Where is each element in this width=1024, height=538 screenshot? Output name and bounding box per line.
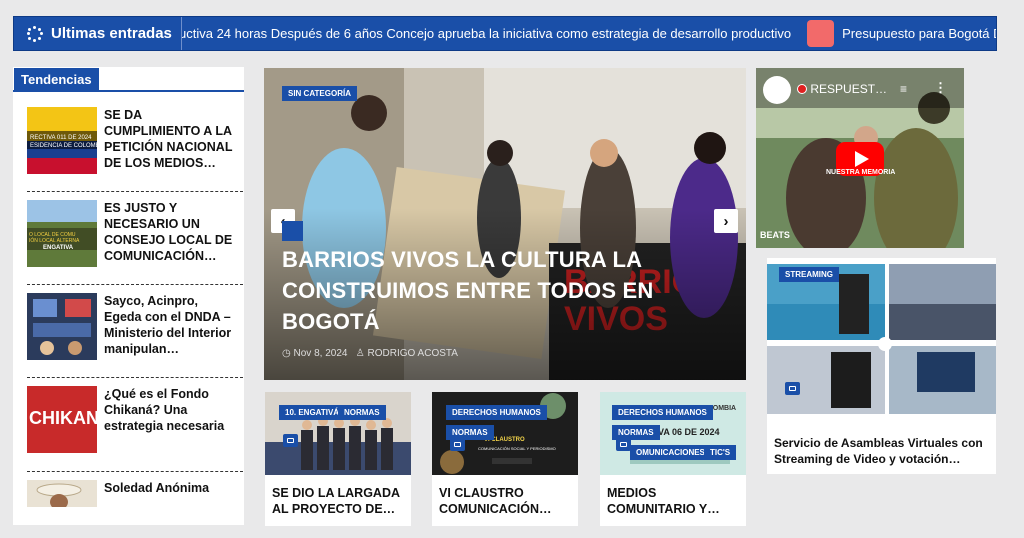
trending-sidebar: Tendencias RECTIVA 011 DE 2024 ESIDENCIA… [13,67,244,525]
card-title[interactable]: MEDIOS COMUNITARIO Y… [607,485,741,517]
tag-badge[interactable]: NORMAS [338,405,386,420]
news-card[interactable]: 10. ENGATIVÁ NORMAS SE DIO LA LARGADA AL… [265,392,411,526]
tag-badge[interactable]: OMUNICACIONES [630,445,711,460]
featured-title[interactable]: BARRIOS VIVOS LA CULTURA LA CONSTRUIMOS … [282,244,682,337]
camera-icon [450,438,465,451]
video-overlay-text: NUESTRA MEMORIA [826,169,896,176]
video-title-text[interactable]: RESPUEST… [810,82,887,96]
post-date: Nov 8, 2024 [293,348,348,359]
category-badge[interactable]: STREAMING [779,267,839,282]
playlist-icon[interactable]: ≡ [900,82,907,96]
ticker-item[interactable]: uctiva 24 horas Después de 6 años Concej… [179,26,791,41]
tag-badge[interactable]: DERECHOS HUMANOS [612,405,713,420]
trending-thumbnail[interactable] [27,293,97,360]
card-image[interactable] [767,264,996,414]
trending-thumbnail[interactable]: RECTIVA 011 DE 2024 ESIDENCIA DE COLOMBI [27,107,97,174]
ticker-track: uctiva 24 horas Después de 6 años Concej… [179,17,996,50]
card-title[interactable]: SE DIO LA LARGADA AL PROYECTO DE… [272,485,406,517]
ticker-item-text[interactable]: uctiva 24 horas Después de 6 años Concej… [179,26,791,41]
news-card[interactable]: VI CLAUSTRO COMUNICACIÓN SOCIAL Y PERIOD… [432,392,578,526]
ticker-item-text[interactable]: Presupuesto para Bogotá D.C. [842,26,996,41]
camera-icon [785,382,800,395]
news-card[interactable]: COLOMBIA TIVA 06 DE 2024 DERECHOS HUMANO… [600,392,746,526]
camera-icon [283,434,298,447]
clock-icon: ◷ [282,348,291,359]
youtube-embed[interactable]: RESPUEST… ≡ ⋮ NUESTRA MEMORIA BEATS [756,68,964,248]
next-slide-button[interactable]: › [714,209,738,233]
ticker-item-thumb [807,20,835,47]
trending-item-title[interactable]: ES JUSTO Y NECESARIO UN CONSEJO LOCAL DE… [104,200,234,264]
divider [27,377,243,378]
svg-text:CHIKAN: CHIKAN [29,408,97,428]
tag-badge[interactable]: DERECHOS HUMANOS [446,405,547,420]
card-title[interactable]: Servicio de Asambleas Virtuales con Stre… [774,435,994,467]
featured-slider[interactable]: BARRIOS VIVOS SIN CATEGORÍA ‹ › BARRIOS … [264,68,746,380]
ticker-item[interactable]: Presupuesto para Bogotá D.C. [791,20,996,47]
trending-thumbnail[interactable] [27,480,97,507]
trending-item-title[interactable]: Sayco, Acinpro, Egeda con el DNDA – Mini… [104,293,234,357]
channel-avatar[interactable] [763,76,791,104]
svg-text:TIVA 06 DE 2024: TIVA 06 DE 2024 [650,427,720,437]
ticker-label: Ultimas entradas [14,17,182,50]
featured-meta: ◷ Nov 8, 2024 ♙ RODRIGO ACOSTA [282,348,458,359]
more-options-icon[interactable]: ⋮ [934,80,947,96]
divider [27,284,243,285]
post-author[interactable]: RODRIGO ACOSTA [368,348,458,359]
card-title[interactable]: VI CLAUSTRO COMUNICACIÓN… [439,485,573,517]
tag-badge[interactable]: TIC'S [704,445,737,460]
divider [27,471,243,472]
trending-item-title[interactable]: SE DA CUMPLIMIENTO A LA PETICIÓN NACIONA… [104,107,234,171]
trending-item-title[interactable]: Soledad Anónima [104,480,234,496]
ticker-label-text: Ultimas entradas [51,25,172,42]
trending-item-title[interactable]: ¿Qué es el Fondo Chikaná? Una estrategia… [104,386,234,434]
loading-spinner-icon [27,25,43,42]
video-watermark: BEATS [760,230,790,240]
svg-text:RECTIVA 011 DE 2024: RECTIVA 011 DE 2024 [30,135,92,141]
trending-title: Tendencias [14,68,99,92]
category-badge[interactable]: SIN CATEGORÍA [282,86,357,101]
svg-text:ESIDENCIA DE COLOMBI: ESIDENCIA DE COLOMBI [30,143,97,149]
play-icon [854,151,869,167]
trending-thumbnail[interactable]: CHIKAN [27,386,97,453]
tag-badge[interactable]: 10. ENGATIVÁ [279,405,346,420]
chevron-right-icon: › [723,212,729,230]
latest-entries-ticker: Ultimas entradas uctiva 24 horas Después… [13,16,997,51]
trending-header: Tendencias [13,68,244,92]
streaming-card[interactable]: STREAMING Servicio de Asambleas Virtuale… [767,258,996,474]
video-title[interactable]: RESPUEST… [797,82,887,96]
camera-icon [616,438,631,451]
divider [27,191,243,192]
trending-thumbnail[interactable]: O LOCAL DE COMU IÓN LOCAL ALTERNA ENGATI… [27,200,97,267]
svg-text:ENGATIVA: ENGATIVA [43,245,74,251]
svg-text:COMUNICACIÓN SOCIAL Y PERIODIS: COMUNICACIÓN SOCIAL Y PERIODISMO [478,446,556,451]
post-format-icon [282,221,303,241]
live-dot-icon [797,84,807,94]
svg-text:IÓN LOCAL ALTERNA: IÓN LOCAL ALTERNA [29,237,80,244]
user-icon: ♙ [355,348,365,359]
